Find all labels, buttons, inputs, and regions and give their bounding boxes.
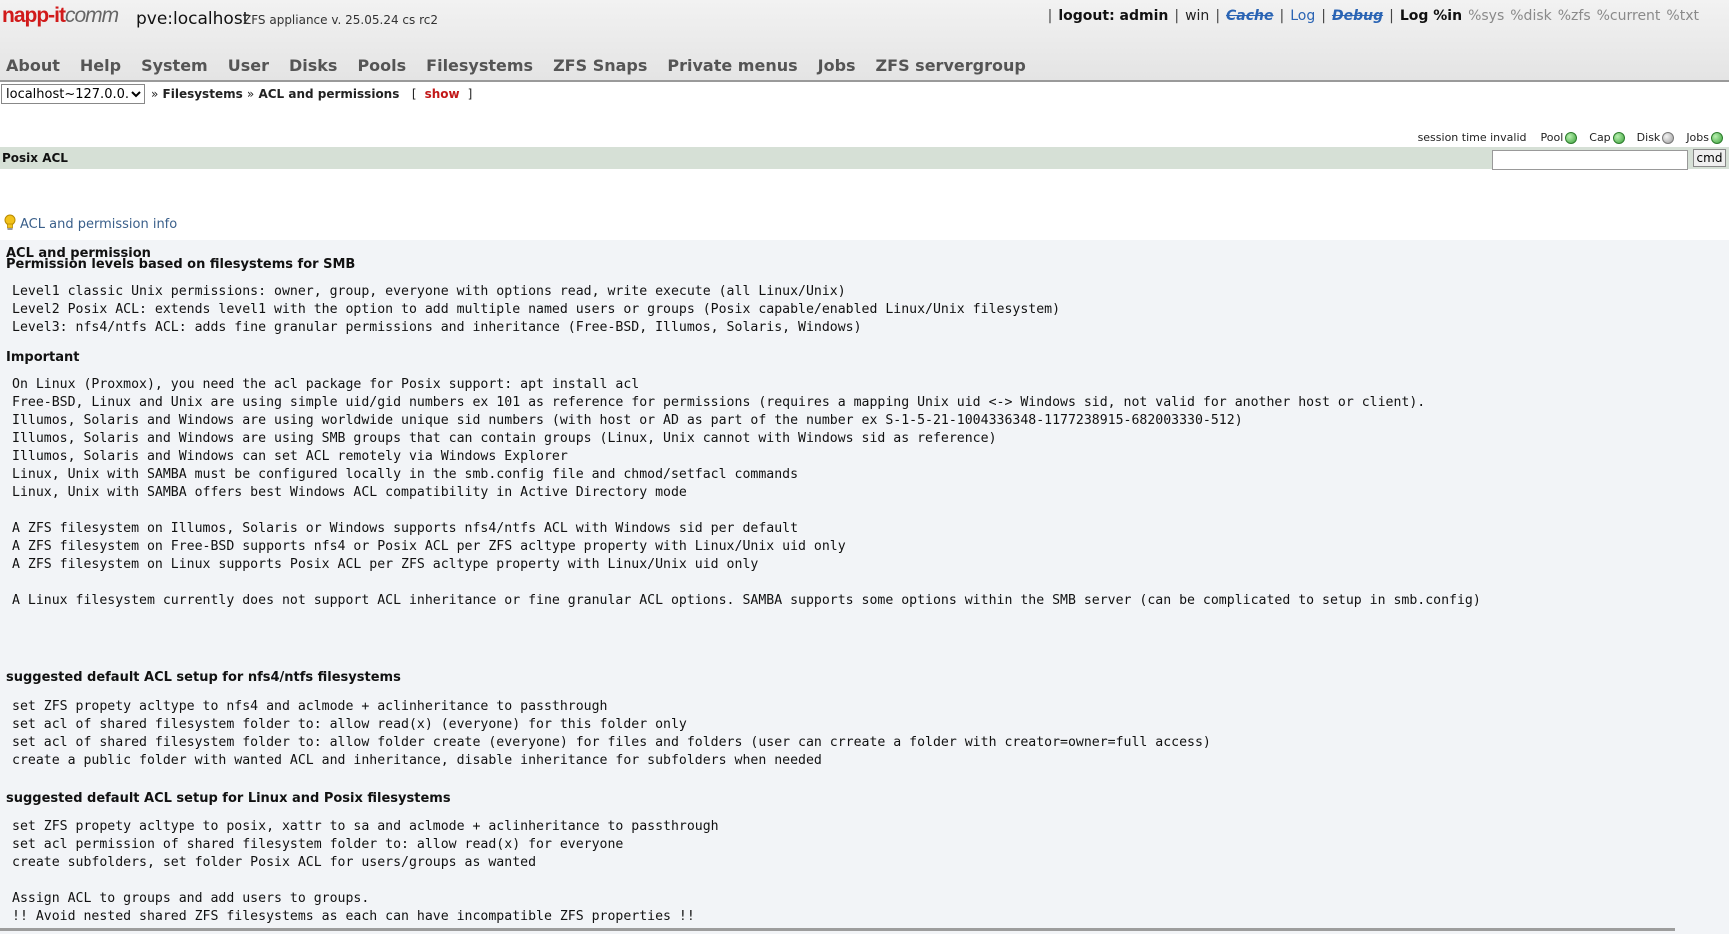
breadcrumb-acl: ACL and permissions [258, 87, 400, 101]
jobs-status-icon [1711, 132, 1723, 144]
sys-link[interactable]: %sys [1468, 8, 1504, 24]
session-status: session time invalid [1417, 131, 1527, 144]
show-link[interactable]: show [425, 87, 460, 101]
cmd-input[interactable] [1492, 150, 1688, 170]
section-nfs4-setup-text: set ZFS propety acltype to nfs4 and aclm… [12, 699, 1211, 768]
section-permission-levels-text: Level1 classic Unix permissions: owner, … [12, 284, 1061, 335]
win-link[interactable]: win [1185, 8, 1209, 24]
menu-filesystems[interactable]: Filesystems [426, 56, 533, 75]
logo-comm-text: comm [64, 4, 119, 27]
logout-link[interactable]: logout: admin [1058, 8, 1168, 24]
jobs-label: Jobs [1686, 131, 1709, 144]
lightbulb-icon [4, 214, 16, 230]
pool-status: Pool [1541, 131, 1578, 144]
menu-jobs[interactable]: Jobs [818, 56, 856, 75]
log-link[interactable]: Log [1290, 8, 1315, 24]
menu-private-menus[interactable]: Private menus [667, 56, 797, 75]
logo-main-text: napp-it [2, 4, 66, 27]
section-posix-setup-title: suggested default ACL setup for Linux an… [6, 791, 451, 806]
horizontal-scrollbar[interactable] [0, 928, 1675, 931]
section-important-title: Important [6, 350, 80, 365]
disk-status-icon [1662, 132, 1675, 144]
cap-label: Cap [1589, 131, 1611, 144]
breadcrumb: » Filesystems » ACL and permissions [ sho… [151, 87, 472, 101]
menu-zfs-servergroup[interactable]: ZFS servergroup [876, 56, 1026, 75]
disk-status: Disk [1637, 131, 1675, 144]
top-links: | logout: admin | win | Cache | Log | De… [1047, 8, 1699, 24]
breadcrumb-filesystems[interactable]: Filesystems [163, 87, 243, 101]
appliance-version: ZFS appliance v. 25.05.24 cs rc2 [243, 13, 438, 27]
menu-help[interactable]: Help [80, 56, 121, 75]
section-permission-levels-title: Permission levels based on filesystems f… [6, 257, 356, 272]
acl-info-text[interactable]: ACL and permission info [20, 217, 177, 232]
show-bracket-open: [ [411, 87, 417, 101]
breadcrumb-separator: » [151, 87, 159, 101]
hostname: pve:localhost [136, 9, 250, 29]
breadcrumb-row: localhost~127.0.0.1 » Filesystems » ACL … [0, 83, 472, 105]
menu-about[interactable]: About [6, 56, 60, 75]
content-panel: ACL and permission Permission levels bas… [0, 240, 1729, 934]
menu-user[interactable]: User [228, 56, 269, 75]
cap-status-icon [1612, 132, 1625, 144]
txt-link[interactable]: %txt [1666, 8, 1699, 24]
acl-info-link[interactable]: ACL and permission info [4, 214, 177, 232]
napp-it-logo[interactable]: napp-itcomm [2, 4, 119, 28]
cmd-button[interactable]: cmd [1693, 149, 1726, 167]
current-link[interactable]: %current [1597, 8, 1661, 24]
posix-acl-title: Posix ACL [2, 151, 68, 165]
main-menu: About Help System User Disks Pools Files… [6, 56, 1046, 75]
show-bracket-close: ] [467, 87, 473, 101]
log-min-link[interactable]: Log %in [1400, 8, 1462, 24]
debug-link[interactable]: Debug [1332, 8, 1383, 24]
disk-label: Disk [1636, 131, 1661, 144]
jobs-status: Jobs [1686, 131, 1723, 144]
cap-status: Cap [1589, 131, 1625, 144]
host-select[interactable]: localhost~127.0.0.1 [1, 84, 145, 104]
menu-disks[interactable]: Disks [289, 56, 337, 75]
status-row: session time invalid Pool Cap Disk Jobs [1418, 131, 1723, 144]
breadcrumb-separator: » [246, 87, 255, 101]
zfs-link[interactable]: %zfs [1558, 8, 1591, 24]
header-bar: napp-itcomm pve:localhost ZFS appliance … [0, 0, 1729, 82]
section-important-text: On Linux (Proxmox), you need the acl pac… [12, 377, 1481, 608]
menu-pools[interactable]: Pools [357, 56, 406, 75]
section-posix-setup-text: set ZFS propety acltype to posix, xattr … [12, 819, 719, 924]
posix-acl-bar: Posix ACL [0, 147, 1729, 169]
menu-system[interactable]: System [141, 56, 208, 75]
pool-status-icon [1565, 132, 1578, 144]
cache-link[interactable]: Cache [1226, 8, 1273, 24]
section-nfs4-setup-title: suggested default ACL setup for nfs4/ntf… [6, 670, 401, 685]
disk-link[interactable]: %disk [1510, 8, 1551, 24]
menu-zfs-snaps[interactable]: ZFS Snaps [553, 56, 647, 75]
pool-label: Pool [1540, 131, 1564, 144]
